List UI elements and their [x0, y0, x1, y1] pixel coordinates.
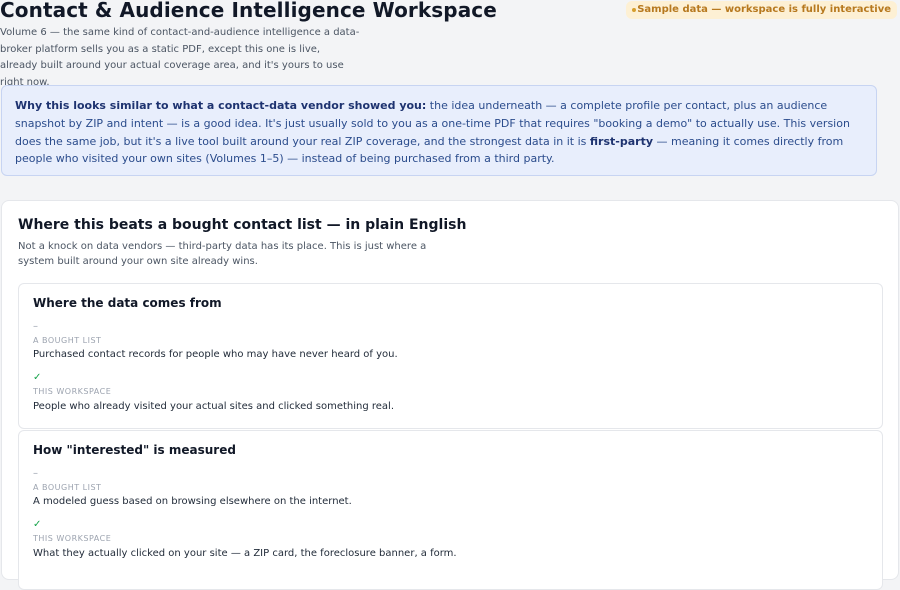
dash-icon: –	[33, 468, 38, 479]
workspace-text: What they actually clicked on your site …	[33, 548, 457, 559]
workspace-label: THIS WORKSPACE	[33, 534, 112, 543]
workspace-text: People who already visited your actual s…	[33, 401, 395, 412]
status-dot-icon	[632, 7, 637, 12]
comparison-description: Not a knock on data vendors — third-part…	[18, 241, 427, 267]
vendor-comparison-notice: Why this looks similar to what a contact…	[1, 85, 877, 176]
sample-data-badge: Sample data — workspace is fully interac…	[626, 1, 897, 19]
notice-lead: Why this looks similar to what a contact…	[15, 99, 427, 112]
bought-list-label: A BOUGHT LIST	[33, 336, 102, 345]
check-icon: ✓	[33, 372, 42, 383]
workspace-label: THIS WORKSPACE	[33, 387, 112, 396]
row-title: How "interested" is measured	[33, 443, 236, 457]
sample-data-badge-label: Sample data — workspace is fully interac…	[637, 4, 891, 15]
row-title: Where the data comes from	[33, 296, 222, 310]
notice-emphasis: first-party	[589, 134, 654, 148]
comparison-card: Where this beats a bought contact list —…	[1, 200, 899, 590]
comparison-row-interest: How "interested" is measured – A BOUGHT …	[18, 430, 883, 590]
comparison-row-data-source: Where the data comes from – A BOUGHT LIS…	[18, 283, 883, 429]
check-icon: ✓	[33, 519, 42, 530]
bought-list-label: A BOUGHT LIST	[33, 483, 102, 492]
bought-list-text: A modeled guess based on browsing elsewh…	[33, 496, 352, 507]
page-subtitle: Volume 6 — the same kind of contact-and-…	[0, 27, 360, 88]
dash-icon: –	[33, 321, 38, 332]
page-title: Contact & Audience Intelligence Workspac…	[0, 0, 497, 22]
comparison-title: Where this beats a bought contact list —…	[18, 217, 467, 233]
bought-list-text: Purchased contact records for people who…	[33, 349, 398, 360]
